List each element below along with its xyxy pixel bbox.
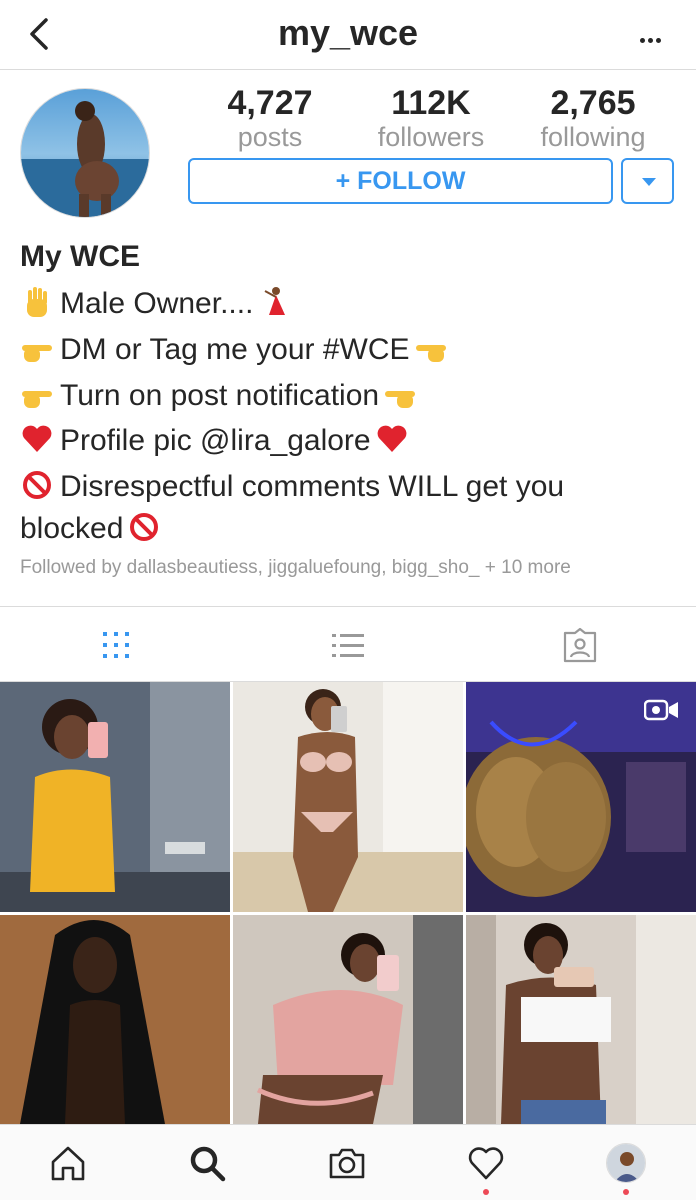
bio-text-5: Disrespectful comments WILL get you bbox=[60, 470, 565, 503]
search-icon[interactable] bbox=[187, 1143, 227, 1183]
pointing-right-icon bbox=[22, 391, 52, 408]
bio-line-5: Disrespectful comments WILL get you bbox=[20, 465, 564, 509]
list-icon[interactable] bbox=[330, 627, 366, 663]
red-heart-icon bbox=[22, 425, 52, 452]
bio-line-1: Male Owner.... bbox=[20, 282, 291, 326]
posts-value: 4,727 bbox=[227, 84, 313, 122]
followers-value: 112K bbox=[391, 84, 471, 122]
bio-line-4: Profile pic @lira_galore bbox=[20, 419, 409, 463]
following-label: following bbox=[540, 122, 646, 152]
page-title: my_wce bbox=[277, 12, 419, 53]
profile-notification-dot bbox=[623, 1189, 629, 1195]
grid-photo-2[interactable] bbox=[233, 682, 463, 912]
prohibited-icon bbox=[23, 471, 51, 499]
profile-avatar[interactable] bbox=[20, 88, 150, 218]
profile-name: My WCE bbox=[20, 240, 140, 273]
camera-icon[interactable] bbox=[327, 1143, 367, 1183]
bio-line-3: Turn on post notification bbox=[20, 374, 417, 418]
followers-label: followers bbox=[377, 122, 485, 152]
bottom-navigation bbox=[0, 1124, 696, 1200]
raised-hand-icon bbox=[27, 287, 47, 317]
bio-text-6: blocked bbox=[20, 512, 124, 545]
grid-photo-5[interactable] bbox=[233, 915, 463, 1124]
bio-line-2: DM or Tag me your #WCE bbox=[20, 328, 448, 372]
red-heart-icon bbox=[377, 425, 406, 452]
pointing-right-icon bbox=[22, 345, 52, 362]
posts-label: posts bbox=[237, 122, 303, 152]
grid-photo-6[interactable] bbox=[466, 915, 696, 1124]
prohibited-icon bbox=[130, 513, 159, 541]
caret-down-icon bbox=[642, 178, 656, 186]
grid-icon[interactable] bbox=[98, 627, 134, 663]
bio-text-2: DM or Tag me your #WCE bbox=[60, 333, 410, 366]
ellipsis-icon[interactable] bbox=[640, 30, 666, 43]
grid-photo-4[interactable] bbox=[0, 915, 230, 1124]
bio-text-4[interactable]: Profile pic @lira_galore bbox=[60, 424, 371, 457]
followed-by-text[interactable]: Followed by dallasbeautiess, jiggaluefou… bbox=[20, 557, 571, 579]
tagged-icon[interactable] bbox=[562, 627, 598, 663]
pointing-left-icon bbox=[415, 345, 446, 362]
home-icon[interactable] bbox=[48, 1143, 88, 1183]
posts-count: 4,727 posts bbox=[195, 84, 345, 152]
profile-view-tabs bbox=[0, 606, 696, 682]
following-value: 2,765 bbox=[550, 84, 636, 122]
bio-line-6: blocked bbox=[20, 507, 161, 551]
video-camera-icon bbox=[644, 699, 678, 721]
dancer-icon bbox=[264, 287, 286, 315]
top-navigation-bar: my_wce bbox=[0, 0, 696, 70]
photo-grid bbox=[0, 682, 696, 1124]
suggested-accounts-button[interactable] bbox=[621, 158, 674, 204]
pointing-left-icon bbox=[385, 391, 416, 408]
grid-photo-1[interactable] bbox=[0, 682, 230, 912]
bio-text-1: Male Owner.... bbox=[60, 287, 254, 320]
following-count[interactable]: 2,765 following bbox=[518, 84, 668, 152]
follow-button[interactable]: + FOLLOW bbox=[188, 158, 613, 204]
bio-text-3: Turn on post notification bbox=[60, 379, 380, 412]
grid-video-3[interactable] bbox=[466, 682, 696, 912]
profile-icon[interactable] bbox=[606, 1143, 646, 1183]
activity-notification-dot bbox=[483, 1189, 489, 1195]
followers-count[interactable]: 112K followers bbox=[356, 84, 506, 152]
heart-icon[interactable] bbox=[466, 1143, 506, 1183]
